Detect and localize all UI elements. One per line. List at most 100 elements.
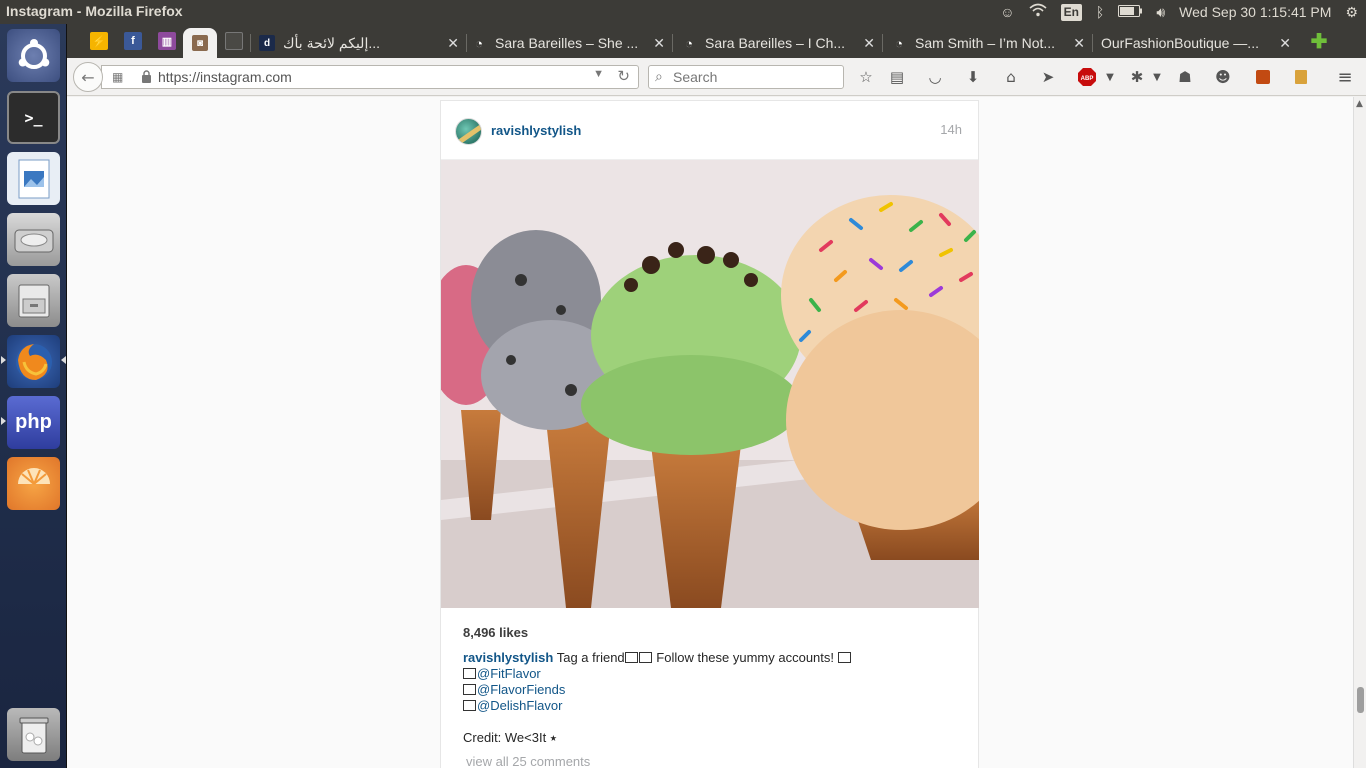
system-top-panel: Instagram - Mozilla Firefox ☺ En ᛒ 🔊︎ We… [0,0,1366,24]
music-player-icon: ◔ [895,35,903,51]
system-tray: ☺ En ᛒ 🔊︎ Wed Sep 30 1:15:41 PM ⚙ [1000,0,1358,24]
page-scrollbar[interactable]: ▲ [1353,97,1366,768]
post-body: 8,496 likes ravishlystylish Tag a friend… [463,625,963,768]
emoji-placeholder-icon [638,652,652,663]
close-tab-icon[interactable]: ✕ [447,35,459,52]
extension-bug-icon[interactable]: ✱ [1127,67,1147,87]
chat-icon[interactable]: ☻ [1213,67,1233,87]
identity-icon[interactable]: ▦ [112,70,123,84]
back-button[interactable]: ← [73,62,103,92]
reading-list-icon[interactable]: ▤ [887,67,907,87]
orange-app-icon[interactable] [7,457,60,510]
disk-drive-icon[interactable] [7,213,60,266]
tab-separator [672,34,673,52]
back-arrow-icon: ← [81,67,95,87]
emoji-placeholder-icon [463,684,476,695]
close-tab-icon[interactable]: ✕ [1073,35,1085,52]
tab-separator [1092,34,1093,52]
url-dropdown-icon[interactable]: ▼ [593,68,604,80]
browser-nav-bar: ▦ https://instagram.com ▼ ↻ ← ⌕ Search ☆… [67,58,1366,96]
ubuntu-dash-icon[interactable] [7,29,60,82]
tab-title: إليكم لائحة بأك... [283,34,381,51]
tab-ourfashionboutique[interactable]: OurFashionBoutique —... ✕ [1101,28,1297,58]
page-content: ravishlystylish 14h 8,496 likes ravishly… [67,97,1353,768]
battery-icon[interactable] [1118,0,1143,24]
pinned-tab-orange[interactable]: ⚡ [90,32,108,50]
pinned-tab-blank[interactable] [225,32,243,50]
app-indicator-icon[interactable]: ☺ [1000,0,1014,24]
new-tab-plus-icon[interactable]: ✚ [1310,31,1328,53]
trash-icon[interactable] [7,708,60,761]
unity-launcher: >_ php [0,24,67,768]
files-cabinet-icon[interactable] [7,274,60,327]
extension-orange-icon[interactable] [1253,67,1273,87]
post-username[interactable]: ravishlystylish [491,123,581,138]
caption-text-1: Tag a friend [556,650,625,665]
adblock-dropdown-icon[interactable]: ▼ [1100,67,1120,87]
send-icon[interactable]: ➤ [1038,67,1058,87]
close-tab-icon[interactable]: ✕ [653,35,665,52]
mention-link[interactable]: @DelishFlavor [477,698,562,713]
lock-icon [142,70,151,83]
window-title: Instagram - Mozilla Firefox [6,3,183,19]
extension-bookmark-icon[interactable] [1291,67,1311,87]
tab-sara-bareilles-2[interactable]: ◔ Sara Bareilles – I Ch... ✕ [681,28,881,58]
caption-text-2: Follow these yummy accounts! [656,650,835,665]
search-field[interactable]: ⌕ Search [648,65,844,89]
bluetooth-icon[interactable]: ᛒ [1096,0,1104,24]
scrollbar-thumb[interactable] [1357,687,1364,713]
tab-title: OurFashionBoutique —... [1101,35,1259,51]
menu-hamburger-icon[interactable]: ≡ [1335,67,1355,88]
tab-separator [250,34,251,52]
emoji-placeholder-icon [463,700,476,711]
likes-count[interactable]: 8,496 likes [463,625,963,640]
scroll-up-icon[interactable]: ▲ [1356,99,1363,109]
reload-icon[interactable]: ↻ [617,67,630,85]
firefox-icon[interactable] [7,335,60,388]
wifi-icon[interactable] [1029,0,1047,24]
mention-link[interactable]: @FitFlavor [477,666,541,681]
url-bar[interactable]: ▦ https://instagram.com ▼ ↻ [101,65,639,89]
instagram-post: ravishlystylish 14h 8,496 likes ravishly… [440,100,979,768]
tab-sam-smith[interactable]: ◔ Sam Smith – I’m Not... ✕ [891,28,1091,58]
url-text[interactable]: https://instagram.com [158,69,292,85]
pinned-tab-trello[interactable]: ▥ [158,32,176,50]
tab-sara-bareilles-1[interactable]: ◔ Sara Bareilles – She ... ✕ [471,28,671,58]
home-icon[interactable]: ⌂ [1001,67,1021,87]
emoji-placeholder-icon [463,668,476,679]
tab-arabic-article[interactable]: d إليكم لائحة بأك... ✕ [259,28,465,58]
avatar[interactable] [455,118,482,145]
tab-title: Sara Bareilles – I Ch... [705,35,846,51]
focused-indicator [61,356,66,364]
caption-username[interactable]: ravishlystylish [463,650,553,665]
mention-link[interactable]: @FlavorFiends [477,682,565,697]
close-tab-icon[interactable]: ✕ [1279,35,1291,52]
libreoffice-impress-icon[interactable] [7,152,60,205]
pinned-tab-instagram-active[interactable]: ◙ [183,28,217,58]
terminal-icon[interactable]: >_ [7,91,60,144]
adblock-icon[interactable]: ABP [1077,67,1097,87]
settings-gear-icon[interactable]: ⚙ [1345,0,1358,24]
music-player-icon: ◔ [685,35,693,51]
clock[interactable]: Wed Sep 30 1:15:41 PM [1179,4,1331,20]
volume-icon[interactable]: 🔊︎ [1156,0,1165,24]
phpstorm-icon[interactable]: php [7,396,60,449]
extension-dropdown-icon[interactable]: ▼ [1147,67,1167,87]
phpstorm-label: php [15,411,52,433]
search-icon: ⌕ [655,68,663,84]
downloads-icon[interactable]: ⬇ [963,67,983,87]
post-timestamp[interactable]: 14h [940,122,962,137]
tab-title: Sara Bareilles – She ... [495,35,639,51]
running-indicator [1,417,6,425]
keyboard-language-indicator[interactable]: En [1060,3,1082,21]
tab-separator [466,34,467,52]
close-tab-icon[interactable]: ✕ [863,35,875,52]
bookmark-star-icon[interactable]: ☆ [856,67,876,87]
pocket-icon[interactable]: ◡ [925,67,945,87]
emoji-placeholder-icon [837,652,851,663]
view-all-comments-link[interactable]: view all 25 comments [463,754,963,768]
extension-ghost-icon[interactable]: ☗ [1175,67,1195,87]
pinned-tab-facebook[interactable]: f [124,32,142,50]
running-indicator [1,356,6,364]
post-photo[interactable] [441,160,979,608]
